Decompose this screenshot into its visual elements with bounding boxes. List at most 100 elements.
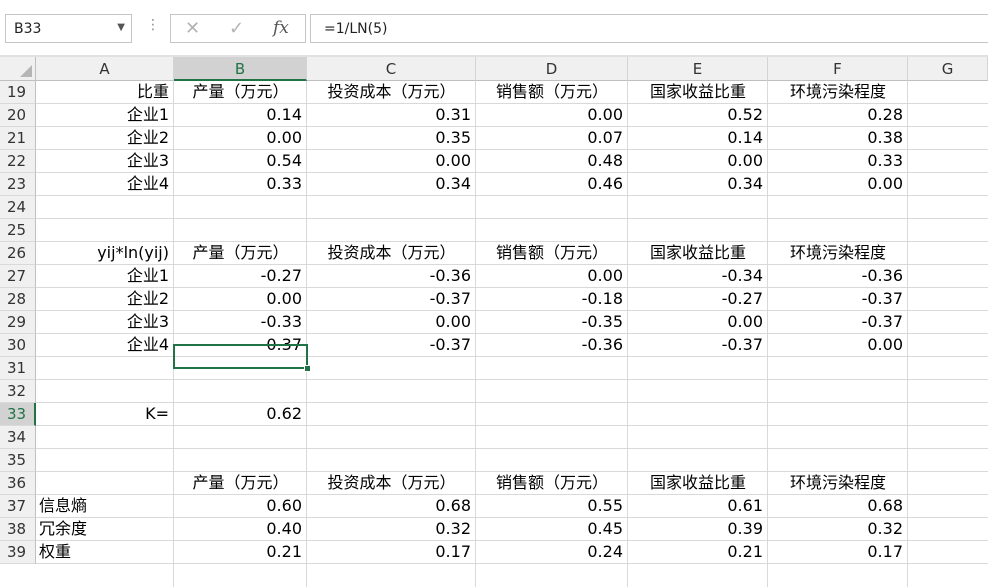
cell-e28[interactable]: -0.27 <box>628 288 768 311</box>
row-header-33[interactable]: 33 <box>0 403 36 426</box>
column-header-f[interactable]: F <box>768 57 908 81</box>
cell-d26[interactable]: 销售额（万元） <box>476 242 628 265</box>
cell-a21[interactable]: 企业2 <box>36 127 174 150</box>
cell-d23[interactable]: 0.46 <box>476 173 628 196</box>
name-box[interactable]: B33 ▼ <box>5 14 132 43</box>
cell-f30[interactable]: 0.00 <box>768 334 908 357</box>
cell-f20[interactable]: 0.28 <box>768 104 908 127</box>
row-header-19[interactable]: 19 <box>0 81 36 104</box>
select-all-corner[interactable] <box>0 57 36 81</box>
cell-a37[interactable]: 信息熵 <box>36 495 174 518</box>
row-header-23[interactable]: 23 <box>0 173 36 196</box>
cell-f39[interactable]: 0.17 <box>768 541 908 564</box>
row-header-26[interactable]: 26 <box>0 242 36 265</box>
cell-a27[interactable]: 企业1 <box>36 265 174 288</box>
cell-c29[interactable]: 0.00 <box>307 311 476 334</box>
formula-input[interactable]: =1/LN(5) <box>310 14 988 43</box>
cell-f19[interactable]: 环境污染程度 <box>768 81 908 104</box>
row-header-27[interactable]: 27 <box>0 265 36 288</box>
cell-c27[interactable]: -0.36 <box>307 265 476 288</box>
cell-d29[interactable]: -0.35 <box>476 311 628 334</box>
column-header-e[interactable]: E <box>628 57 768 81</box>
cell-c21[interactable]: 0.35 <box>307 127 476 150</box>
row-header-21[interactable]: 21 <box>0 127 36 150</box>
cell-d28[interactable]: -0.18 <box>476 288 628 311</box>
cell-b19[interactable]: 产量（万元） <box>174 81 307 104</box>
column-header-c[interactable]: C <box>307 57 476 81</box>
row-header-25[interactable]: 25 <box>0 219 36 242</box>
row-header-36[interactable]: 36 <box>0 472 36 495</box>
cell-d37[interactable]: 0.55 <box>476 495 628 518</box>
cell-d38[interactable]: 0.45 <box>476 518 628 541</box>
cell-a26[interactable]: yij*ln(yij) <box>36 242 174 265</box>
row-header-30[interactable]: 30 <box>0 334 36 357</box>
cell-a33[interactable]: K= <box>36 403 174 426</box>
cell-e26[interactable]: 国家收益比重 <box>628 242 768 265</box>
cell-f21[interactable]: 0.38 <box>768 127 908 150</box>
cell-a20[interactable]: 企业1 <box>36 104 174 127</box>
cell-c30[interactable]: -0.37 <box>307 334 476 357</box>
cell-d19[interactable]: 销售额（万元） <box>476 81 628 104</box>
cell-e27[interactable]: -0.34 <box>628 265 768 288</box>
row-header-32[interactable]: 32 <box>0 380 36 403</box>
cell-b23[interactable]: 0.33 <box>174 173 307 196</box>
insert-function-icon[interactable]: fx <box>273 18 289 38</box>
cell-f36[interactable]: 环境污染程度 <box>768 472 908 495</box>
cell-e39[interactable]: 0.21 <box>628 541 768 564</box>
cell-d30[interactable]: -0.36 <box>476 334 628 357</box>
cell-a39[interactable]: 权重 <box>36 541 174 564</box>
cell-b26[interactable]: 产量（万元） <box>174 242 307 265</box>
row-header-35[interactable]: 35 <box>0 449 36 472</box>
cell-c19[interactable]: 投资成本（万元） <box>307 81 476 104</box>
row-header-20[interactable]: 20 <box>0 104 36 127</box>
cell-b20[interactable]: 0.14 <box>174 104 307 127</box>
cell-b28[interactable]: 0.00 <box>174 288 307 311</box>
cell-d27[interactable]: 0.00 <box>476 265 628 288</box>
column-header-b[interactable]: B <box>174 57 307 81</box>
cell-b22[interactable]: 0.54 <box>174 150 307 173</box>
cell-c26[interactable]: 投资成本（万元） <box>307 242 476 265</box>
cell-e21[interactable]: 0.14 <box>628 127 768 150</box>
cell-e20[interactable]: 0.52 <box>628 104 768 127</box>
cell-c39[interactable]: 0.17 <box>307 541 476 564</box>
cell-b27[interactable]: -0.27 <box>174 265 307 288</box>
cell-f29[interactable]: -0.37 <box>768 311 908 334</box>
cell-e23[interactable]: 0.34 <box>628 173 768 196</box>
cell-b21[interactable]: 0.00 <box>174 127 307 150</box>
row-header-31[interactable]: 31 <box>0 357 36 380</box>
cell-e29[interactable]: 0.00 <box>628 311 768 334</box>
row-header-28[interactable]: 28 <box>0 288 36 311</box>
row-header-29[interactable]: 29 <box>0 311 36 334</box>
row-header-39[interactable]: 39 <box>0 541 36 564</box>
cell-a19[interactable]: 比重 <box>36 81 174 104</box>
row-header-37[interactable]: 37 <box>0 495 36 518</box>
cell-b29[interactable]: -0.33 <box>174 311 307 334</box>
cell-a23[interactable]: 企业4 <box>36 173 174 196</box>
cell-e38[interactable]: 0.39 <box>628 518 768 541</box>
cell-b38[interactable]: 0.40 <box>174 518 307 541</box>
column-header-a[interactable]: A <box>36 57 174 81</box>
cell-d39[interactable]: 0.24 <box>476 541 628 564</box>
cell-f22[interactable]: 0.33 <box>768 150 908 173</box>
cell-d36[interactable]: 销售额（万元） <box>476 472 628 495</box>
cell-e22[interactable]: 0.00 <box>628 150 768 173</box>
cell-f28[interactable]: -0.37 <box>768 288 908 311</box>
fill-handle[interactable] <box>304 365 311 372</box>
cell-d20[interactable]: 0.00 <box>476 104 628 127</box>
row-header-24[interactable]: 24 <box>0 196 36 219</box>
chevron-down-icon[interactable]: ▼ <box>117 22 125 33</box>
cell-b39[interactable]: 0.21 <box>174 541 307 564</box>
cell-b37[interactable]: 0.60 <box>174 495 307 518</box>
cell-e19[interactable]: 国家收益比重 <box>628 81 768 104</box>
cell-a28[interactable]: 企业2 <box>36 288 174 311</box>
vertical-dots-icon[interactable]: ⋮ <box>146 17 160 33</box>
cell-c23[interactable]: 0.34 <box>307 173 476 196</box>
cell-e37[interactable]: 0.61 <box>628 495 768 518</box>
cell-f37[interactable]: 0.68 <box>768 495 908 518</box>
cell-f27[interactable]: -0.36 <box>768 265 908 288</box>
cell-c28[interactable]: -0.37 <box>307 288 476 311</box>
cell-f23[interactable]: 0.00 <box>768 173 908 196</box>
cell-a22[interactable]: 企业3 <box>36 150 174 173</box>
row-header-38[interactable]: 38 <box>0 518 36 541</box>
cell-c37[interactable]: 0.68 <box>307 495 476 518</box>
